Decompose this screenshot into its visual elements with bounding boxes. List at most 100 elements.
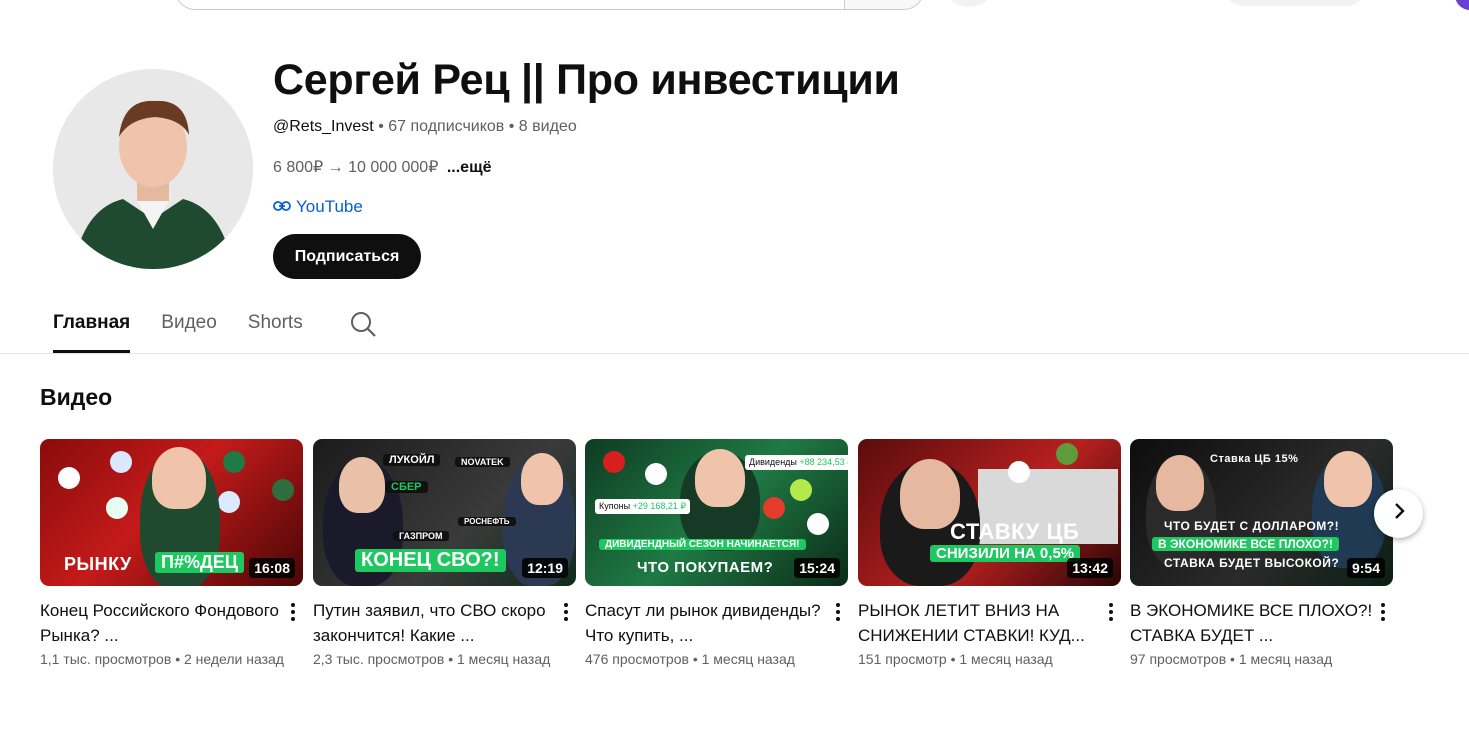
account-avatar[interactable] — [1455, 0, 1469, 10]
coupons-value: +29 168,21 ₽ — [632, 501, 687, 511]
channel-link[interactable]: YouTube — [273, 197, 363, 217]
view-count: 2,3 тыс. просмотров — [313, 651, 445, 667]
channel-link-label: YouTube — [296, 197, 363, 216]
channel-name: Сергей Рец || Про инвестиции — [273, 56, 900, 104]
search-button[interactable] — [844, 0, 924, 10]
thumb-label-gazprom: ГАЗПРОМ — [393, 531, 449, 541]
channel-meta: @Rets_Invest • 67 подписчиков • 8 видео — [273, 118, 577, 136]
channel-avatar — [53, 69, 253, 269]
bank-logo-icon — [223, 451, 245, 473]
video-meta: 2,3 тыс. просмотров • 1 месяц назад — [313, 651, 576, 667]
dividends-label: Дивиденды — [749, 457, 797, 467]
video-thumbnail[interactable]: СТАВКУ ЦБ СНИЗИЛИ НА 0,5% 13:42 — [858, 439, 1121, 586]
video-card[interactable]: СТАВКУ ЦБ СНИЗИЛИ НА 0,5% 13:42 РЫНОК ЛЕ… — [858, 439, 1121, 667]
bank-logo-icon — [807, 513, 829, 535]
thumb-caption: РЫНКУ — [64, 554, 132, 574]
presenter-face — [152, 447, 206, 509]
video-title[interactable]: В ЭКОНОМИКЕ ВСЕ ПЛОХО?! СТАВКА БУДЕТ ... — [1130, 598, 1375, 648]
video-card[interactable]: ЛУКОЙЛ СБЕР NOVATEK ГАЗПРОМ РОСНЕФТЬ КОН… — [313, 439, 576, 667]
vk-logo-icon — [218, 491, 240, 513]
link-icon — [273, 197, 291, 217]
channel-description[interactable]: 6 800₽ → 10 000 000₽ ...ещё — [273, 157, 491, 177]
video-duration: 16:08 — [249, 558, 295, 578]
description-text: 6 800₽ → 10 000 000₽ — [273, 159, 439, 176]
channel-tabs: Главная Видео Shorts — [53, 300, 334, 353]
video-duration: 12:19 — [522, 558, 568, 578]
tab-shorts[interactable]: Shorts — [248, 300, 303, 353]
video-title[interactable]: Спасут ли рынок дивиденды? Что купить, .… — [585, 598, 830, 648]
lukoil-logo-icon — [58, 467, 80, 489]
more-vert-icon[interactable] — [285, 601, 301, 623]
video-thumbnail[interactable]: ЛУКОЙЛ СБЕР NOVATEK ГАЗПРОМ РОСНЕФТЬ КОН… — [313, 439, 576, 586]
carousel-next-button[interactable] — [1374, 489, 1423, 538]
thumb-label-novatek: NOVATEK — [455, 457, 510, 467]
upload-age: • 2 недели назад — [175, 651, 284, 667]
video-meta: 151 просмотр • 1 месяц назад — [858, 651, 1121, 667]
tab-home[interactable]: Главная — [53, 300, 131, 353]
video-title[interactable]: РЫНОК ЛЕТИТ ВНИЗ НА СНИЖЕНИИ СТАВКИ! КУД… — [858, 598, 1103, 648]
video-title[interactable]: Конец Российского Фондового Рынка? ... — [40, 598, 285, 648]
upload-age: • 1 месяц назад — [692, 651, 795, 667]
video-meta: 97 просмотров • 1 месяц назад — [1130, 651, 1393, 667]
person-face — [1156, 455, 1204, 511]
video-meta: 1,1 тыс. просмотров • 2 недели назад — [40, 651, 303, 667]
brand-logo-icon — [790, 479, 812, 501]
search-icon[interactable] — [350, 311, 376, 337]
more-vert-icon[interactable] — [830, 601, 846, 623]
video-meta: 476 просмотров • 1 месяц назад — [585, 651, 848, 667]
video-duration: 15:24 — [794, 558, 840, 578]
video-card[interactable]: РЫНКУ П#%ДЕЦ 16:08 Конец Российского Фон… — [40, 439, 303, 667]
tab-videos[interactable]: Видео — [161, 300, 217, 353]
view-count: 1,1 тыс. просмотров — [40, 651, 172, 667]
create-button[interactable] — [1225, 0, 1365, 6]
presenter-face — [1324, 451, 1372, 507]
thumb-caption: СТАВКУ ЦБ — [950, 519, 1080, 544]
video-card[interactable]: Дивиденды +88 234,53 ₽ Купоны +29 168,21… — [585, 439, 848, 667]
thumb-label-dividends: Дивиденды +88 234,53 ₽ — [745, 455, 848, 470]
emblem-logo-icon — [272, 479, 294, 501]
more-vert-icon[interactable] — [558, 601, 574, 623]
thumb-caption-highlight: П#%ДЕЦ — [155, 552, 244, 573]
upload-age: • 1 месяц назад — [1230, 651, 1333, 667]
video-card[interactable]: Ставка ЦБ 15% ЧТО БУДЕТ С ДОЛЛАРОМ?! В Э… — [1130, 439, 1393, 667]
search-input[interactable] — [175, 0, 846, 10]
video-thumbnail[interactable]: Дивиденды +88 234,53 ₽ Купоны +29 168,21… — [585, 439, 848, 586]
gazprom-logo-icon — [110, 451, 132, 473]
more-link[interactable]: ...ещё — [447, 159, 492, 176]
chevron-right-icon — [1392, 502, 1406, 525]
dividends-value: +88 234,53 ₽ — [799, 457, 848, 467]
more-vert-icon[interactable] — [1103, 601, 1119, 623]
video-thumbnail[interactable]: РЫНКУ П#%ДЕЦ 16:08 — [40, 439, 303, 586]
sber-logo-icon — [1008, 461, 1030, 483]
thumb-label-rate: Ставка ЦБ 15% — [1210, 453, 1299, 465]
video-thumbnail[interactable]: Ставка ЦБ 15% ЧТО БУДЕТ С ДОЛЛАРОМ?! В Э… — [1130, 439, 1393, 586]
subscribe-button[interactable]: Подписаться — [273, 234, 421, 279]
channel-handle: @Rets_Invest — [273, 118, 374, 135]
thumb-caption: ЧТО БУДЕТ С ДОЛЛАРОМ?! — [1164, 519, 1340, 533]
view-count: 476 просмотров — [585, 651, 689, 667]
thumb-caption-secondary: СТАВКА БУДЕТ ВЫСОКОЙ? — [1164, 556, 1340, 570]
presenter-face — [521, 453, 563, 505]
upload-age: • 1 месяц назад — [950, 651, 1053, 667]
video-duration: 13:42 — [1067, 558, 1113, 578]
thumb-caption-highlight: СНИЗИЛИ НА 0,5% — [930, 545, 1081, 562]
sber-logo-icon — [106, 497, 128, 519]
video-count: • 8 видео — [508, 118, 577, 135]
thumb-label-lukoil: ЛУКОЙЛ — [383, 454, 441, 466]
thumb-caption-highlight: ДИВИДЕНДНЫЙ СЕЗОН НАЧИНАЕТСЯ! — [599, 539, 806, 550]
thumb-label-coupons: Купоны +29 168,21 ₽ — [595, 499, 691, 514]
video-duration: 9:54 — [1346, 558, 1385, 578]
section-title: Видео — [40, 384, 113, 410]
subscriber-count: • 67 подписчиков — [378, 118, 505, 135]
lukoil-logo-icon — [603, 451, 625, 473]
video-title[interactable]: Путин заявил, что СВО скоро закончится! … — [313, 598, 558, 648]
more-vert-icon[interactable] — [1375, 601, 1391, 623]
voice-search-button[interactable] — [945, 0, 993, 7]
hh-logo-icon — [763, 497, 785, 519]
sber-logo-icon — [645, 463, 667, 485]
thumb-caption-highlight: КОНЕЦ СВО?! — [355, 549, 506, 572]
tabs-divider — [0, 353, 1469, 354]
thumb-caption-highlight: В ЭКОНОМИКЕ ВСЕ ПЛОХО?! — [1152, 537, 1339, 551]
thumb-label-rosneft: РОСНЕФТЬ — [458, 517, 516, 526]
thumb-caption: ЧТО ПОКУПАЕМ? — [637, 559, 774, 576]
